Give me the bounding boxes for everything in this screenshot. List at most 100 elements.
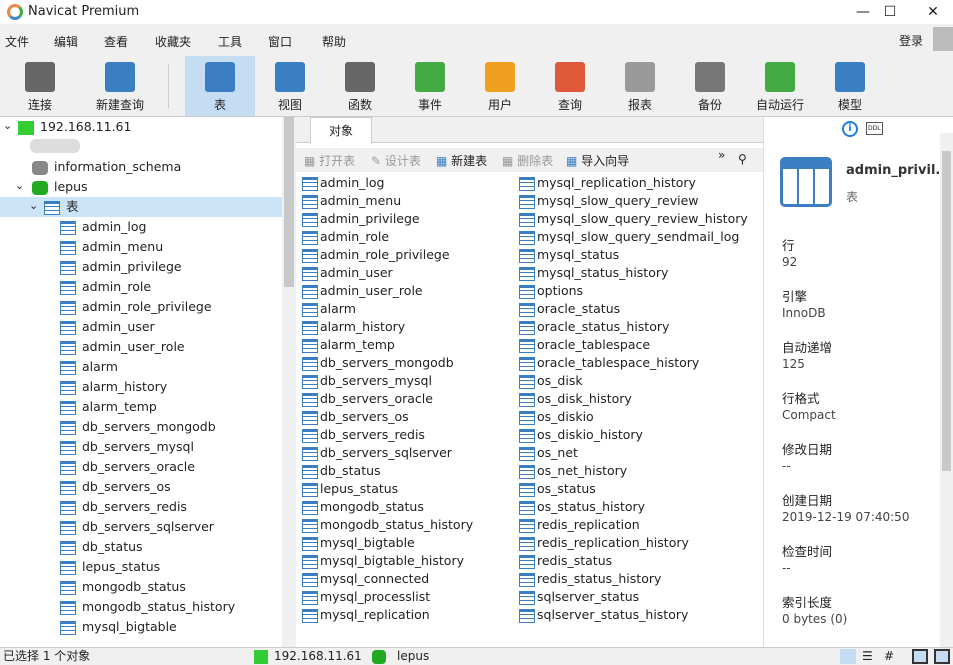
object-list-item[interactable]: options xyxy=(519,282,583,300)
import-wizard-button[interactable]: ▦ 导入向导 xyxy=(566,152,629,169)
object-list-item[interactable]: db_servers_os xyxy=(302,408,409,426)
tree-table-item[interactable]: admin_user_role xyxy=(0,337,282,357)
tree-database[interactable]: information_schema xyxy=(0,157,282,177)
object-list-item[interactable]: db_servers_sqlserver xyxy=(302,444,452,462)
object-list-item[interactable]: os_disk_history xyxy=(519,390,632,408)
object-list-item[interactable]: mongodb_status xyxy=(302,498,424,516)
object-list-item[interactable]: admin_log xyxy=(302,174,384,192)
detail-view-icon[interactable]: ☰ xyxy=(862,648,873,665)
scroll-down-button[interactable] xyxy=(282,630,296,647)
object-list-item[interactable]: redis_status_history xyxy=(519,570,661,588)
er-view-icon[interactable]: # xyxy=(884,648,894,665)
tree-table-item[interactable]: mysql_bigtable xyxy=(0,617,282,637)
tree-table-item[interactable]: alarm_temp xyxy=(0,397,282,417)
object-list-item[interactable]: os_diskio_history xyxy=(519,426,643,444)
menu-item-3[interactable]: 收藏夹 xyxy=(155,33,191,50)
object-list-item[interactable]: oracle_tablespace_history xyxy=(519,354,699,372)
object-list-item[interactable]: os_diskio xyxy=(519,408,594,426)
toolbar-model-button[interactable]: 模型 xyxy=(818,56,882,116)
object-list-item[interactable]: mysql_connected xyxy=(302,570,429,588)
object-list-item[interactable]: mysql_replication xyxy=(302,606,430,624)
object-list-item[interactable]: db_status xyxy=(302,462,381,480)
tree-tables-node[interactable]: 表 xyxy=(0,197,282,217)
object-list-item[interactable]: os_net xyxy=(519,444,578,462)
tree-table-item[interactable]: admin_role_privilege xyxy=(0,297,282,317)
tree-connection[interactable]: 192.168.11.61 xyxy=(0,117,282,137)
tree-scrollbar[interactable] xyxy=(282,117,296,647)
object-list-item[interactable]: os_status xyxy=(519,480,596,498)
ddl-button[interactable]: DDL xyxy=(866,122,883,135)
object-list-item[interactable]: sqlserver_status_history xyxy=(519,606,688,624)
scrollbar-thumb[interactable] xyxy=(284,117,294,287)
tree-table-item[interactable]: alarm xyxy=(0,357,282,377)
object-list-item[interactable]: admin_user xyxy=(302,264,393,282)
tree-table-item[interactable]: db_servers_sqlserver xyxy=(0,517,282,537)
close-button[interactable]: ✕ xyxy=(913,2,953,22)
tree-table-item[interactable]: admin_log xyxy=(0,217,282,237)
object-list-item[interactable]: sqlserver_status xyxy=(519,588,639,606)
object-list-item[interactable]: mongodb_status_history xyxy=(302,516,473,534)
login-button[interactable]: 登录 xyxy=(899,32,923,49)
maximize-button[interactable]: ☐ xyxy=(870,2,910,22)
more-button[interactable]: » xyxy=(718,148,725,162)
object-list-item[interactable]: mysql_status_history xyxy=(519,264,668,282)
search-icon[interactable]: ⚲ xyxy=(738,152,747,166)
object-list-item[interactable]: db_servers_mysql xyxy=(302,372,432,390)
toolbar-query-button[interactable]: 查询 xyxy=(538,56,602,116)
object-list-item[interactable]: admin_role_privilege xyxy=(302,246,450,264)
object-list-item[interactable]: db_servers_mongodb xyxy=(302,354,454,372)
tree-table-item[interactable]: db_servers_os xyxy=(0,477,282,497)
menu-item-2[interactable]: 查看 xyxy=(104,33,128,50)
toolbar-schedule-button[interactable]: 自动运行 xyxy=(748,56,812,116)
object-list-item[interactable]: admin_menu xyxy=(302,192,401,210)
object-list-item[interactable]: os_net_history xyxy=(519,462,627,480)
tree-table-item[interactable]: db_servers_oracle xyxy=(0,457,282,477)
scrollbar-thumb[interactable] xyxy=(942,151,951,471)
object-list-item[interactable]: alarm_temp xyxy=(302,336,395,354)
toolbar-user-button[interactable]: 用户 xyxy=(468,56,532,116)
tree-table-item[interactable]: admin_privilege xyxy=(0,257,282,277)
tree-table-item[interactable]: db_servers_mysql xyxy=(0,437,282,457)
new-table-button[interactable]: ▦ 新建表 xyxy=(436,152,487,169)
object-list-item[interactable]: os_status_history xyxy=(519,498,645,516)
info-icon[interactable]: i xyxy=(842,121,858,137)
object-list-item[interactable]: redis_replication xyxy=(519,516,640,534)
expand-chevron-icon[interactable]: ⌄ xyxy=(15,179,24,192)
object-list-item[interactable]: lepus_status xyxy=(302,480,398,498)
object-list-item[interactable]: redis_status xyxy=(519,552,612,570)
tree-table-item[interactable]: mongodb_status xyxy=(0,577,282,597)
toolbar-function-button[interactable]: 函数 xyxy=(328,56,392,116)
info-scrollbar[interactable] xyxy=(940,133,953,647)
object-list-item[interactable]: oracle_status xyxy=(519,300,620,318)
object-list-item[interactable]: db_servers_redis xyxy=(302,426,425,444)
object-list-item[interactable]: mysql_bigtable xyxy=(302,534,415,552)
avatar[interactable] xyxy=(933,27,953,51)
tab-objects[interactable]: 对象 xyxy=(310,117,372,144)
menu-item-4[interactable]: 工具 xyxy=(218,33,242,50)
delete-table-button[interactable]: ▦ 删除表 xyxy=(502,152,553,169)
object-list-item[interactable]: admin_user_role xyxy=(302,282,423,300)
expand-chevron-icon[interactable]: ⌄ xyxy=(29,199,38,212)
object-list-item[interactable]: mysql_status xyxy=(519,246,619,264)
tree-database[interactable]: lepus xyxy=(0,177,282,197)
menu-item-0[interactable]: 文件 xyxy=(5,33,29,50)
tree-table-item[interactable]: admin_menu xyxy=(0,237,282,257)
object-list-item[interactable]: alarm xyxy=(302,300,356,318)
tree-table-item[interactable]: mongodb_status_history xyxy=(0,597,282,617)
menu-item-6[interactable]: 帮助 xyxy=(322,33,346,50)
object-list-item[interactable]: mysql_slow_query_review_history xyxy=(519,210,748,228)
toggle-right-pane-icon[interactable] xyxy=(934,649,950,664)
object-list-item[interactable]: mysql_processlist xyxy=(302,588,430,606)
tree-table-item[interactable]: alarm_history xyxy=(0,377,282,397)
object-list-item[interactable]: mysql_replication_history xyxy=(519,174,696,192)
tree-table-item[interactable]: admin_role xyxy=(0,277,282,297)
menu-item-5[interactable]: 窗口 xyxy=(268,33,292,50)
tree-table-item[interactable]: lepus_status xyxy=(0,557,282,577)
toolbar-backup-button[interactable]: 备份 xyxy=(678,56,742,116)
expand-chevron-icon[interactable]: ⌄ xyxy=(3,119,12,132)
object-list-item[interactable]: alarm_history xyxy=(302,318,405,336)
design-table-button[interactable]: ✎ 设计表 xyxy=(371,152,421,169)
object-list-item[interactable]: mysql_bigtable_history xyxy=(302,552,464,570)
tree-table-item[interactable]: admin_user xyxy=(0,317,282,337)
toolbar-new-query-button[interactable]: 新建查询 xyxy=(85,56,155,116)
